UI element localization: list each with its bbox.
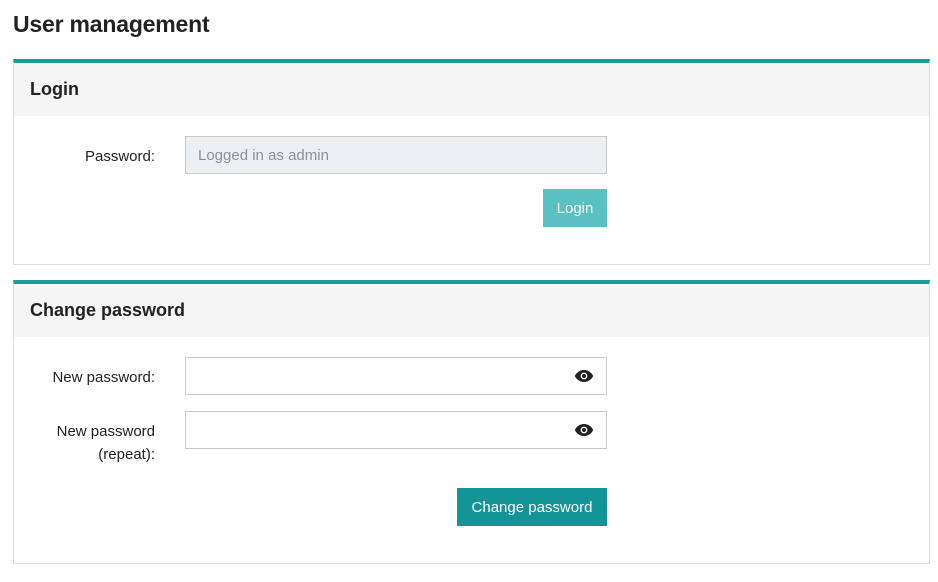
- new-password-field-wrap: [185, 357, 607, 395]
- password-field-disabled: Logged in as admin: [185, 136, 607, 174]
- login-panel-title: Login: [30, 79, 79, 99]
- new-password-input[interactable]: [186, 358, 606, 394]
- eye-icon[interactable]: [574, 422, 594, 438]
- new-password-label: New password:: [52, 369, 155, 386]
- change-password-button[interactable]: Change password: [457, 488, 607, 526]
- password-label: Password:: [84, 148, 155, 165]
- repeat-password-label-line1: New password: [56, 423, 155, 440]
- login-button[interactable]: Login: [543, 189, 607, 227]
- password-field-text: Logged in as admin: [198, 146, 329, 164]
- change-password-panel: Change password New password: New passwo…: [13, 280, 930, 564]
- repeat-password-field-wrap: [185, 411, 607, 449]
- login-panel: Login Password: Logged in as admin Login: [13, 59, 930, 265]
- repeat-password-label: New password (repeat):: [14, 420, 155, 466]
- page-title: User management: [13, 11, 210, 37]
- eye-icon[interactable]: [574, 368, 594, 384]
- login-panel-header: Login: [14, 63, 929, 116]
- change-password-panel-header: Change password: [14, 284, 929, 337]
- repeat-password-input[interactable]: [186, 412, 606, 448]
- repeat-password-label-line2: (repeat):: [98, 446, 155, 463]
- change-password-panel-title: Change password: [30, 300, 186, 320]
